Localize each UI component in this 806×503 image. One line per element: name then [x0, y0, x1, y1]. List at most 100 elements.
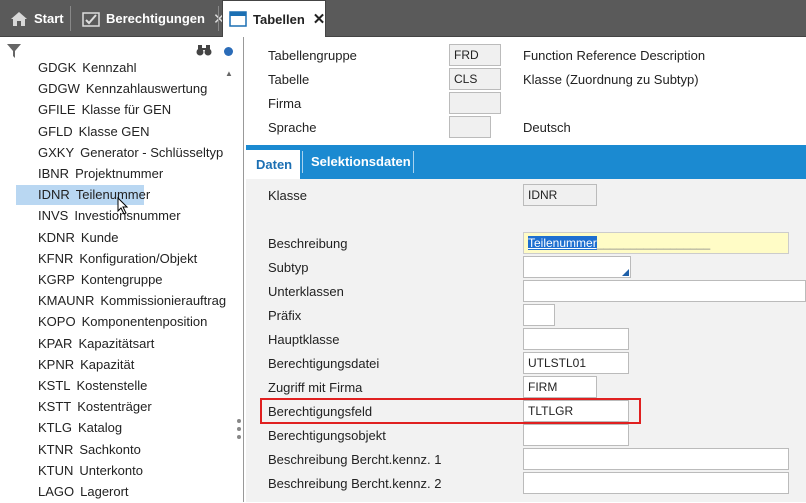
tab-bar: Start Berechtigungen ✕ Tabellen ✕ — [0, 0, 806, 37]
list-item-label: Lagerort — [80, 484, 129, 499]
binoculars-icon[interactable] — [196, 43, 212, 60]
list-item[interactable]: KTUN Unterkonto — [16, 461, 143, 481]
list-item-code: INVS — [38, 208, 69, 223]
list-item[interactable]: KSTT Kostenträger — [16, 397, 152, 417]
list-item[interactable]: KTNR Sachkonto — [16, 440, 141, 460]
list-item-label: Katalog — [77, 420, 123, 435]
firma-label: Firma — [268, 96, 302, 111]
status-dot-icon[interactable] — [224, 47, 233, 56]
sprache-label: Sprache — [268, 120, 317, 135]
firma-field[interactable] — [449, 92, 501, 114]
list-item[interactable]: IBNR Projektnummer — [16, 164, 163, 184]
berechtigungsobjekt-field[interactable] — [523, 424, 629, 446]
list-item-code: LAGO — [38, 484, 75, 499]
list-item[interactable]: KPAR Kapazitätsart — [16, 334, 154, 354]
beschreibung-kennz2-label: Beschreibung Bercht.kennz. 2 — [268, 476, 442, 491]
splitter-grip-icon[interactable] — [237, 419, 243, 443]
hauptklasse-label: Hauptklasse — [268, 332, 340, 347]
list-item[interactable]: KDNR Kunde — [16, 228, 118, 248]
list-item[interactable]: GFILE Klasse für GEN — [16, 100, 171, 120]
subtyp-field[interactable] — [523, 256, 631, 278]
berechtigungsdatei-field[interactable]: UTLSTL01 — [523, 352, 629, 374]
list-item-label: Teilenummer — [75, 187, 151, 202]
list-item-label: Kostenstelle — [76, 378, 148, 393]
berechtigungsobjekt-label: Berechtigungsobjekt — [268, 428, 386, 443]
list-item-label: Klasse GEN — [78, 124, 150, 139]
list-item[interactable]: KMAUNR Kommissionierauftrag — [16, 291, 226, 311]
tabellengruppe-label: Tabellengruppe — [268, 48, 357, 63]
unterklassen-label: Unterklassen — [268, 284, 344, 299]
list-item[interactable]: GDGK Kennzahl — [16, 63, 137, 78]
list-item-label: Klasse für GEN — [81, 102, 172, 117]
window-icon — [229, 11, 247, 27]
list-item[interactable]: KGRP Kontengruppe — [16, 270, 163, 290]
tabelle-field[interactable]: CLS — [449, 68, 501, 90]
list-item-code: KTNR — [38, 442, 74, 457]
data-form: Klasse IDNR Beschreibung Teilenummer____… — [246, 179, 806, 502]
list-item-label: Kennzahl — [82, 63, 137, 75]
berechtigungsfeld-label: Berechtigungsfeld — [268, 404, 373, 419]
tabellengruppe-field[interactable]: FRD — [449, 44, 501, 66]
beschreibung-kennz1-field[interactable] — [523, 448, 789, 470]
list-item-label: Projektnummer — [75, 166, 164, 181]
list-item-label: Kommissionierauftrag — [100, 293, 227, 308]
sprache-description: Deutsch — [523, 120, 571, 135]
tab-daten[interactable]: Daten — [246, 150, 300, 179]
list-item-label: Kennzahlauswertung — [85, 81, 208, 96]
list-item[interactable]: GDGW Kennzahlauswertung — [16, 79, 207, 99]
list-item-code: GDGK — [38, 63, 77, 75]
close-icon[interactable]: ✕ — [313, 10, 326, 28]
tab-start[interactable]: Start — [4, 0, 70, 37]
list-item-label: Komponentenposition — [81, 314, 208, 329]
zugriff-label: Zugriff mit Firma — [268, 380, 363, 395]
list-item[interactable]: KFNR Konfiguration/Objekt — [16, 249, 197, 269]
praefix-field[interactable] — [523, 304, 555, 326]
list-item-code: KTUN — [38, 463, 74, 478]
hauptklasse-field[interactable] — [523, 328, 629, 350]
tab-tabellen-label: Tabellen — [253, 11, 305, 27]
berechtigungsdatei-label: Berechtigungsdatei — [268, 356, 380, 371]
beschreibung-kennz1-label: Beschreibung Bercht.kennz. 1 — [268, 452, 442, 467]
list-item-code: KFNR — [38, 251, 74, 266]
tab-berechtigungen[interactable]: Berechtigungen ✕ — [76, 0, 232, 37]
tabelle-description: Klasse (Zuordnung zu Subtyp) — [523, 72, 699, 87]
list-item-label: Unterkonto — [79, 463, 143, 478]
unterklassen-field[interactable] — [523, 280, 806, 302]
beschreibung-label: Beschreibung — [268, 236, 348, 251]
list-item-label: Kunde — [80, 230, 119, 245]
list-item[interactable]: GFLD Klasse GEN — [16, 122, 149, 142]
list-item[interactable]: KOPO Komponentenposition — [16, 312, 207, 332]
list-item-code: GDGW — [38, 81, 80, 96]
dropdown-corner-icon[interactable] — [622, 269, 629, 276]
list-item[interactable]: INVS Investionsnummer — [16, 206, 181, 226]
tab-tabellen[interactable]: Tabellen ✕ — [222, 0, 326, 37]
filter-icon[interactable] — [6, 43, 22, 62]
list-item-code: KTLG — [38, 420, 72, 435]
list-item-code: KSTT — [38, 399, 72, 414]
list-item[interactable]: KTLG Katalog — [16, 418, 122, 438]
list-item-code: KGRP — [38, 272, 75, 287]
list-item-label: Generator - Schlüsseltyp — [80, 145, 224, 160]
list-item[interactable]: KSTL Kostenstelle — [16, 376, 147, 396]
class-list-panel: ▲ GDGK Kennzahl GDGW Kennzahlauswertung GFIL… — [0, 37, 244, 502]
tab-start-label: Start — [34, 11, 64, 26]
klasse-field[interactable]: IDNR — [523, 184, 597, 206]
list-item-code: KPNR — [38, 357, 75, 372]
list-item[interactable]: GXKY Generator - Schlüsseltyp — [16, 143, 223, 163]
list-item-code: IDNR — [38, 187, 70, 202]
list-item-label: Kapazitätsart — [78, 336, 155, 351]
subtyp-label: Subtyp — [268, 260, 309, 275]
beschreibung-kennz2-field[interactable] — [523, 472, 789, 494]
berechtigungsfeld-field[interactable]: TLTLGR — [523, 400, 629, 422]
list-item-code: KDNR — [38, 230, 75, 245]
subtab-bar: Daten Selektionsdaten — [246, 145, 806, 179]
tab-berechtigungen-label: Berechtigungen — [106, 11, 205, 26]
list-item[interactable]: KPNR Kapazität — [16, 355, 134, 375]
beschreibung-field[interactable]: Teilenummer_________________ — [523, 232, 789, 254]
tab-selektionsdaten[interactable]: Selektionsdaten — [301, 145, 421, 179]
list-item[interactable]: LAGO Lagerort — [16, 482, 129, 502]
list-item-code: GXKY — [38, 145, 75, 160]
zugriff-field[interactable]: FIRM — [523, 376, 597, 398]
list-item-code: KMAUNR — [38, 293, 95, 308]
sprache-field[interactable] — [449, 116, 491, 138]
